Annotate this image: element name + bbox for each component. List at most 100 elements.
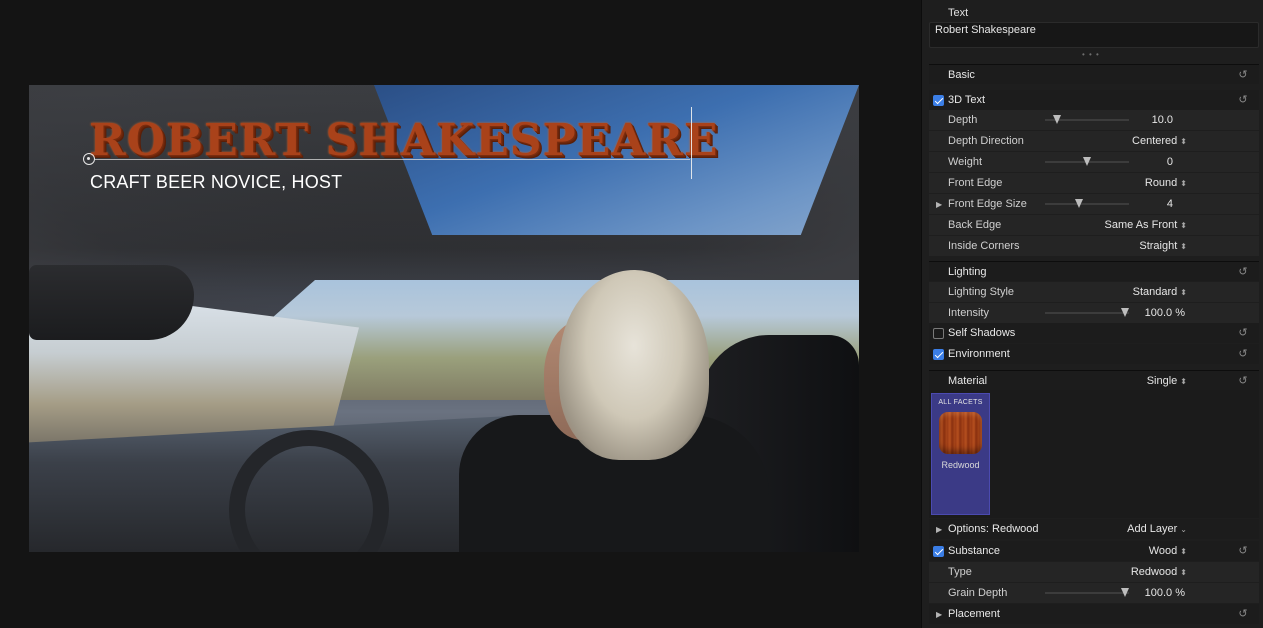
intensity-number: 100.0 (1144, 307, 1173, 319)
add-layer-label: Add Layer (1127, 523, 1178, 535)
intensity-value[interactable]: 100.0 % (1145, 307, 1185, 319)
substance-popup[interactable]: Wood ⬍ (1149, 545, 1187, 557)
section-basic-label: Basic (948, 68, 975, 81)
material-swatch[interactable]: ALL FACETS Redwood (931, 393, 990, 515)
checkbox-icon[interactable] (933, 545, 944, 557)
section-lighting[interactable]: Lighting ↺ (929, 261, 1259, 281)
row-self-shadows[interactable]: Self Shadows ↺ (929, 323, 1259, 343)
popup-arrows-icon: ⬍ (1180, 288, 1187, 297)
popup-arrows-icon: ⬍ (1180, 242, 1187, 251)
substance-label: Substance (948, 545, 1000, 557)
slider-knob-icon[interactable] (1120, 308, 1129, 317)
type-label: Type (948, 566, 972, 578)
section-3d-text-label: 3D Text (948, 94, 986, 106)
grain-depth-value[interactable]: 100.0 % (1145, 587, 1185, 599)
checkbox-icon[interactable] (933, 348, 944, 360)
reset-arrow-icon[interactable]: ↺ (1237, 545, 1249, 557)
reset-arrow-icon[interactable]: ↺ (1237, 327, 1249, 339)
disclosure-triangle-icon[interactable]: ▶ (936, 610, 942, 619)
text-inspector: Text Robert Shakespeare • • • Basic ↺ 3D… (921, 0, 1263, 628)
lighting-style-value: Standard (1132, 286, 1178, 298)
reset-arrow-icon[interactable]: ↺ (1237, 266, 1249, 278)
front-edge-label: Front Edge (948, 177, 1003, 189)
reset-arrow-icon[interactable]: ↺ (1237, 375, 1249, 387)
row-depth: Depth 10.0 (929, 110, 1259, 130)
checkbox-icon[interactable] (933, 94, 944, 106)
reset-arrow-icon[interactable]: ↺ (1237, 348, 1249, 360)
rearview-mirror (29, 265, 194, 340)
material-popup[interactable]: Single ⬍ (1147, 375, 1187, 387)
section-3d-text[interactable]: 3D Text ↺ (929, 90, 1259, 110)
weight-slider[interactable] (1045, 157, 1129, 166)
depth-direction-value: Centered (1132, 135, 1178, 147)
weight-label: Weight (948, 156, 983, 168)
section-material[interactable]: Material Single ⬍ ↺ (929, 370, 1259, 390)
type-value: Redwood (1130, 566, 1178, 578)
material-well: ALL FACETS Redwood (929, 390, 1259, 518)
section-lighting-label: Lighting (948, 265, 987, 278)
depth-direction-label: Depth Direction (948, 135, 1024, 147)
reset-arrow-icon[interactable]: ↺ (1237, 94, 1249, 106)
popup-arrows-icon: ⬍ (1180, 221, 1187, 230)
depth-value[interactable]: 10.0 (1152, 114, 1173, 126)
type-popup[interactable]: Redwood ⬍ (1131, 566, 1187, 578)
grain-depth-label: Grain Depth (948, 587, 1008, 599)
popup-arrows-icon: ⬍ (1180, 137, 1187, 146)
resize-handle-icon[interactable]: • • • (1082, 50, 1100, 59)
slider-knob-icon[interactable] (1052, 115, 1061, 124)
row-placement[interactable]: ▶ Placement ↺ (929, 604, 1259, 624)
substance-value: Wood (1148, 545, 1178, 557)
row-depth-direction: Depth Direction Centered ⬍ (929, 131, 1259, 151)
lighting-style-popup[interactable]: Standard ⬍ (1133, 286, 1187, 298)
disclosure-triangle-icon[interactable]: ▶ (936, 200, 942, 209)
driver-hair (559, 270, 709, 460)
add-layer-popup[interactable]: Add Layer ⌄ (1127, 523, 1187, 535)
reset-arrow-icon[interactable]: ↺ (1237, 608, 1249, 620)
slider-knob-icon[interactable] (1074, 199, 1083, 208)
front-edge-size-slider[interactable] (1045, 199, 1129, 208)
chevron-down-icon: ⌄ (1180, 525, 1187, 534)
back-edge-popup[interactable]: Same As Front ⬍ (1105, 219, 1187, 231)
front-edge-size-value[interactable]: 4 (1167, 198, 1173, 210)
front-edge-popup[interactable]: Round ⬍ (1145, 177, 1187, 189)
slider-knob-icon[interactable] (1083, 157, 1091, 166)
inside-corners-value: Straight (1139, 240, 1178, 252)
grain-depth-number: 100.0 (1144, 587, 1173, 599)
section-basic[interactable]: Basic ↺ (929, 64, 1259, 84)
popup-arrows-icon: ⬍ (1180, 568, 1187, 577)
inside-corners-popup[interactable]: Straight ⬍ (1139, 240, 1187, 252)
row-intensity: Intensity 100.0 % (929, 303, 1259, 323)
anchor-point-handle[interactable] (83, 153, 95, 165)
row-environment[interactable]: Environment ↺ (929, 344, 1259, 364)
row-grain-depth: Grain Depth 100.0 % (929, 583, 1259, 603)
weight-value[interactable]: 0 (1167, 156, 1173, 168)
subtitle-text[interactable]: CRAFT BEER NOVICE, HOST (90, 172, 342, 193)
back-edge-value: Same As Front (1104, 219, 1178, 231)
material-value: Single (1146, 374, 1178, 387)
back-edge-label: Back Edge (948, 219, 1002, 231)
row-substance[interactable]: Substance Wood ⬍ ↺ (929, 541, 1259, 561)
text-input[interactable]: Robert Shakespeare (929, 22, 1259, 48)
video-frame[interactable]: ROBERT SHAKESPEARE CRAFT BEER NOVICE, HO… (29, 85, 859, 552)
options-label: Options: Redwood (948, 523, 1039, 535)
row-inside-corners: Inside Corners Straight ⬍ (929, 236, 1259, 256)
disclosure-triangle-icon[interactable]: ▶ (936, 525, 942, 534)
row-back-edge: Back Edge Same As Front ⬍ (929, 215, 1259, 235)
environment-label: Environment (948, 348, 1010, 360)
front-edge-value: Round (1144, 177, 1178, 189)
intensity-label: Intensity (948, 307, 989, 319)
intensity-unit: % (1175, 307, 1185, 319)
front-edge-size-label: Front Edge Size (948, 198, 1027, 210)
depth-slider[interactable] (1045, 115, 1129, 124)
text-cursor (691, 107, 692, 179)
reset-arrow-icon[interactable]: ↺ (1237, 69, 1249, 81)
popup-arrows-icon: ⬍ (1180, 547, 1187, 556)
viewer: ROBERT SHAKESPEARE CRAFT BEER NOVICE, HO… (0, 0, 921, 628)
slider-knob-icon[interactable] (1120, 588, 1129, 597)
checkbox-icon[interactable] (933, 327, 944, 339)
row-options[interactable]: ▶ Options: Redwood Add Layer ⌄ (929, 519, 1259, 539)
grain-depth-slider[interactable] (1045, 588, 1129, 597)
lighting-style-label: Lighting Style (948, 286, 1015, 298)
depth-direction-popup[interactable]: Centered ⬍ (1132, 135, 1187, 147)
intensity-slider[interactable] (1045, 308, 1129, 317)
